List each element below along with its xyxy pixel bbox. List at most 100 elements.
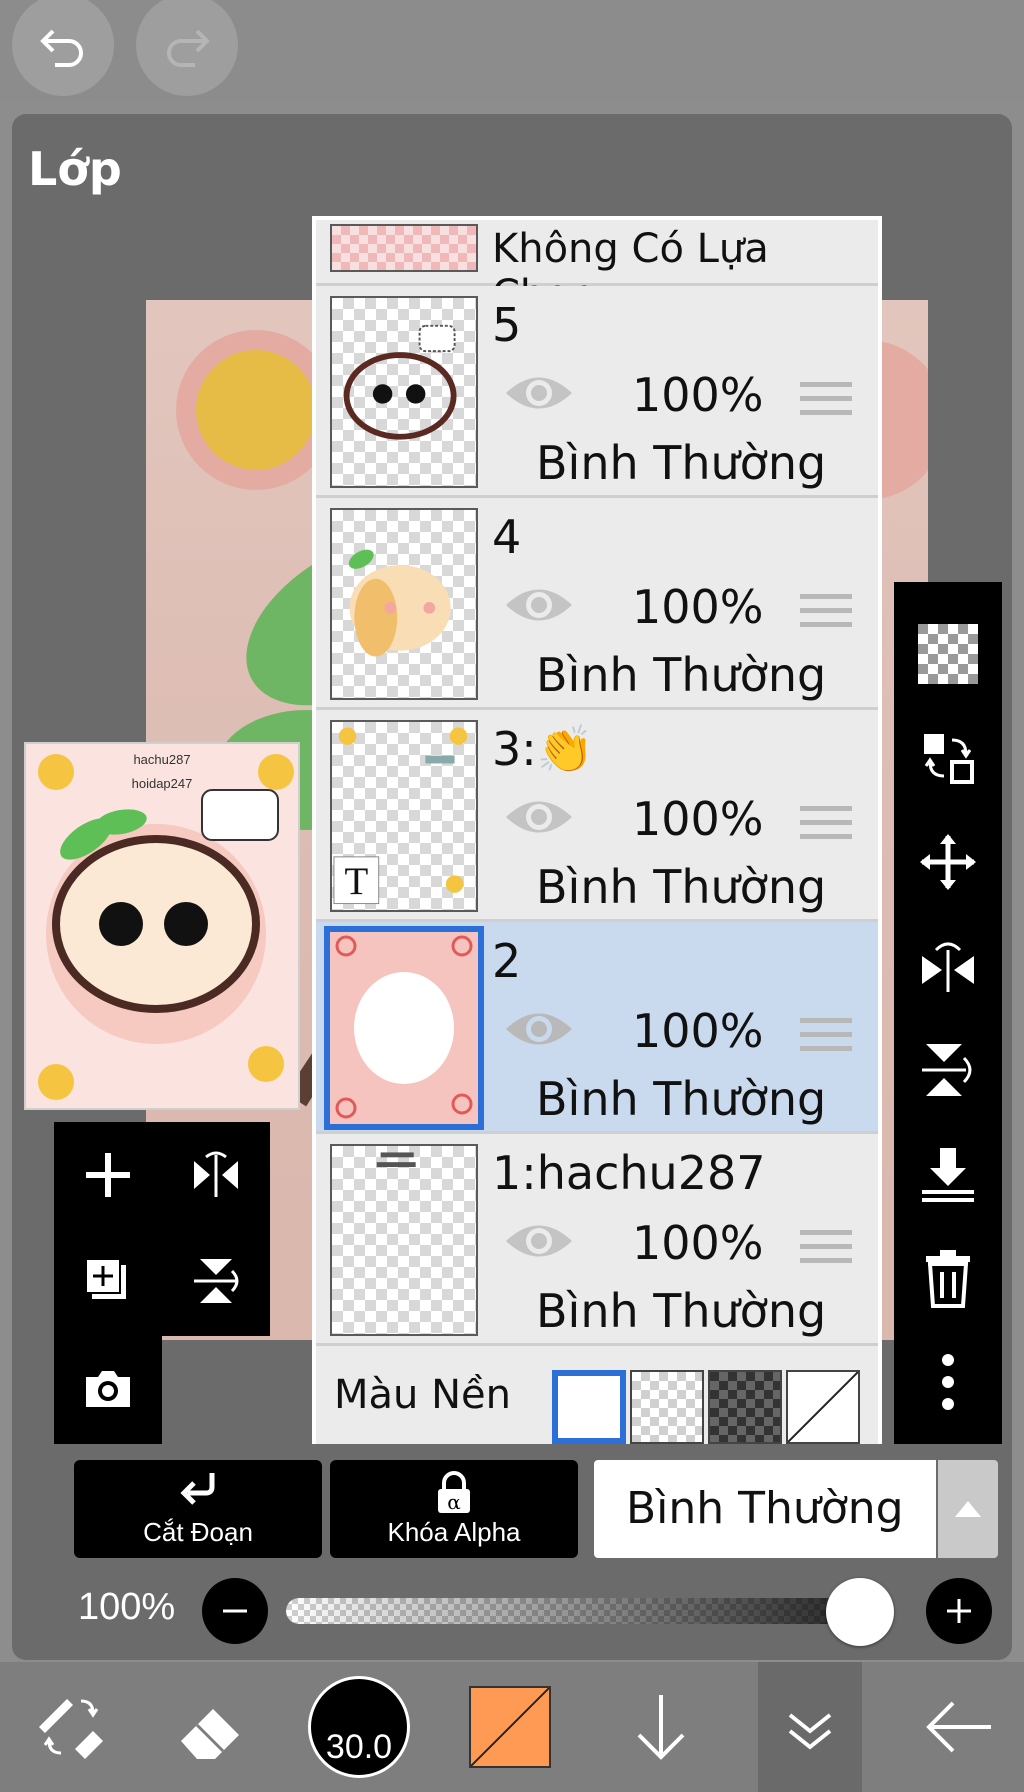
clip-arrow-icon [180, 1472, 215, 1505]
thumbnail-text-1: hachu287 [133, 752, 191, 767]
drag-handle-icon[interactable] [800, 382, 852, 422]
move-down-button[interactable] [606, 1662, 716, 1792]
panel-title: Lớp [28, 142, 122, 196]
blend-mode-dropdown[interactable] [938, 1460, 998, 1558]
clipping-label: Cắt Đoạn [143, 1516, 253, 1547]
drag-handle-icon[interactable] [800, 806, 852, 846]
layers-collapse-button[interactable] [758, 1662, 862, 1792]
left-toolbox-extra [54, 1334, 162, 1444]
tool-switch-button[interactable] [16, 1662, 126, 1792]
opacity-decrease-button[interactable] [202, 1578, 268, 1644]
layer-blend-mode: Bình Thường [536, 436, 827, 490]
redo-button[interactable] [136, 0, 238, 96]
flip-horizontal-button[interactable] [162, 1122, 270, 1228]
bg-dark-checker-swatch[interactable] [708, 1370, 782, 1444]
visibility-eye-icon[interactable] [502, 580, 576, 630]
visibility-eye-icon[interactable] [502, 1216, 576, 1266]
left-toolbox [54, 1122, 270, 1336]
merge-down-icon [922, 1148, 974, 1202]
flip-layer-horizontal-button[interactable] [894, 914, 1002, 1018]
visibility-eye-icon[interactable] [502, 792, 576, 842]
brush-size-button[interactable]: 30.0 [304, 1662, 414, 1792]
layer-thumbnail [324, 926, 484, 1130]
slash-icon [471, 1688, 549, 1766]
swap-layer-button[interactable] [894, 706, 1002, 810]
layer-row[interactable]: 4 100% Bình Thường [316, 498, 878, 710]
add-layer-button[interactable] [54, 1122, 162, 1228]
merge-down-button[interactable] [894, 1122, 1002, 1226]
opacity-label: 100% [78, 1586, 176, 1628]
drag-handle-icon[interactable] [800, 1230, 852, 1270]
opacity-slider-track[interactable] [286, 1598, 894, 1624]
flip-vertical-button[interactable] [162, 1228, 270, 1334]
duplicate-icon [85, 1258, 126, 1299]
layer-row[interactable]: 1:hachu287 100% Bình Thường [316, 1134, 878, 1346]
bg-none-swatch[interactable] [786, 1370, 860, 1444]
flip-horizontal-icon [194, 1151, 238, 1197]
more-vertical-icon [942, 1354, 954, 1410]
more-options-button[interactable] [894, 1330, 1002, 1434]
layer-name: 2 [492, 934, 522, 988]
slash-icon [787, 1371, 859, 1443]
opacity-slider-thumb[interactable] [826, 1578, 894, 1646]
selection-thumbnail [330, 224, 478, 272]
opacity-slider-fill [286, 1598, 894, 1624]
undo-icon [40, 29, 83, 67]
duplicate-layer-button[interactable] [54, 1228, 162, 1334]
swap-icon [924, 734, 974, 784]
svg-text:T: T [344, 860, 368, 903]
alpha-lock-button[interactable]: α Khóa Alpha [330, 1460, 578, 1558]
double-chevron-down-icon [788, 1713, 832, 1750]
svg-text:α: α [447, 1490, 461, 1514]
flip-horizontal-icon [922, 942, 974, 992]
background-color-row: Màu Nền [316, 1354, 878, 1444]
blend-mode-select[interactable]: Bình Thường [594, 1460, 936, 1558]
thumbnail-text-2: hoidap247 [131, 776, 193, 791]
drag-handle-icon[interactable] [800, 594, 852, 634]
eraser-button[interactable] [156, 1662, 266, 1792]
layer-4-art [348, 549, 451, 657]
color-picker-button[interactable] [458, 1662, 562, 1792]
layer-thumbnail: T [330, 720, 478, 912]
top-bar [0, 0, 1024, 100]
layer-name: 3:👏 [492, 722, 595, 776]
layer-row[interactable]: T 3:👏 100% Bình Thường [316, 710, 878, 922]
selection-layer-row[interactable]: Không Có Lựa Chọn [316, 220, 878, 318]
thumbnail-art [26, 744, 298, 1108]
right-toolbox [894, 582, 1002, 1444]
back-button[interactable] [904, 1662, 1014, 1792]
triangle-up-icon [955, 1501, 981, 1517]
visibility-eye-icon[interactable] [502, 1004, 576, 1054]
bg-white-swatch[interactable] [552, 1370, 626, 1444]
camera-button[interactable] [54, 1336, 162, 1442]
layer-5-art [343, 324, 457, 440]
clipping-button[interactable]: Cắt Đoạn [74, 1460, 322, 1558]
flip-layer-vertical-button[interactable] [894, 1018, 1002, 1122]
delete-layer-button[interactable] [894, 1226, 1002, 1330]
visibility-eye-icon[interactable] [502, 368, 576, 418]
drag-handle-icon[interactable] [800, 1018, 852, 1058]
eraser-icon [181, 1709, 239, 1759]
canvas-thumbnail[interactable]: hachu287 hoidap247 [24, 742, 300, 1110]
layer-row[interactable]: 5 100% Bình Thường [316, 286, 878, 498]
brush-size-indicator: 30.0 [308, 1676, 410, 1778]
layer-2-art [330, 932, 478, 1124]
transparency-button[interactable] [894, 602, 1002, 706]
layer-name: 5 [492, 298, 522, 352]
layer-thumbnail [330, 296, 478, 488]
layer-blend-mode: Bình Thường [536, 860, 827, 914]
opacity-increase-button[interactable] [926, 1578, 992, 1644]
undo-button[interactable] [12, 0, 114, 96]
layer-row-selected[interactable]: 2 100% Bình Thường [316, 922, 878, 1134]
camera-icon [86, 1371, 130, 1407]
arrow-left-icon [926, 1701, 991, 1753]
move-button[interactable] [894, 810, 1002, 914]
flip-vertical-icon [922, 1044, 972, 1096]
layer-3-art: T [333, 727, 468, 905]
layer-name: 1:hachu287 [492, 1146, 766, 1200]
layer-1-art [376, 1152, 416, 1168]
layer-thumbnail [330, 508, 478, 700]
checkerboard-icon [918, 624, 978, 684]
alpha-lock-label: Khóa Alpha [387, 1516, 521, 1547]
bg-light-checker-swatch[interactable] [630, 1370, 704, 1444]
